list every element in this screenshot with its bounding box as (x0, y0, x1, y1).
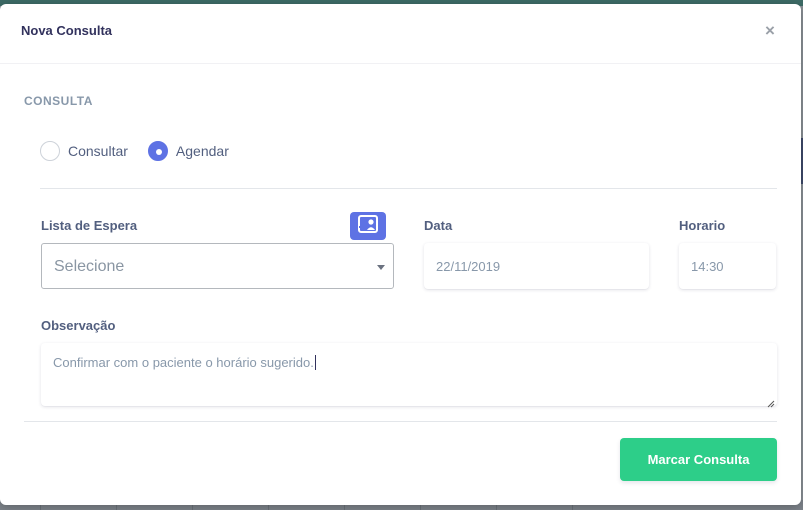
waitlist-label: Lista de Espera (41, 218, 138, 233)
resize-grip-icon[interactable] (767, 396, 775, 408)
section-divider (40, 188, 777, 189)
footer-divider (24, 421, 777, 422)
notes-text: Confirmar com o paciente o horário suger… (53, 355, 314, 370)
waitlist-contact-button[interactable] (350, 212, 386, 240)
radio-checked-icon (147, 141, 168, 161)
date-field[interactable]: 22/11/2019 (424, 243, 649, 289)
waitlist-select-value: Selecione (54, 258, 125, 275)
caret-down-icon (377, 265, 385, 270)
radio-unchecked-icon (40, 141, 60, 161)
contact-card-icon (358, 214, 378, 238)
radio-agendar[interactable]: Agendar (147, 141, 229, 161)
notes-textarea[interactable]: Confirmar com o paciente o horário suger… (41, 343, 777, 408)
radio-label: Agendar (175, 143, 229, 159)
schedule-appointment-button[interactable]: Marcar Consulta (620, 438, 777, 481)
section-heading: CONSULTA (24, 94, 93, 108)
radio-label: Consultar (68, 143, 128, 159)
close-button[interactable]: × (762, 22, 778, 40)
modal-title: Nova Consulta (21, 23, 113, 38)
time-field[interactable]: 14:30 (679, 243, 776, 289)
time-label: Horario (679, 218, 726, 233)
date-label: Data (424, 218, 453, 233)
notes-label: Observação (41, 318, 116, 333)
waitlist-select[interactable]: Selecione (41, 243, 394, 289)
header-divider (0, 63, 801, 64)
mode-radio-group: Consultar Agendar (40, 141, 249, 161)
radio-consultar[interactable]: Consultar (40, 141, 128, 161)
text-cursor (314, 355, 316, 370)
